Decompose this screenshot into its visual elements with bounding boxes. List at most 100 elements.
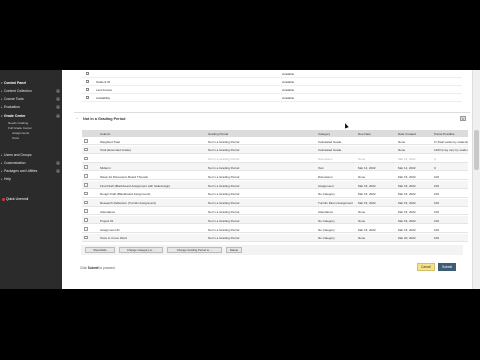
- drag-handle-icon[interactable]: [84, 147, 88, 152]
- sidebar-item-content-collection[interactable]: ▸ Content Collection +: [0, 87, 62, 95]
- drag-handle-icon[interactable]: [84, 165, 88, 169]
- drag-handle-icon[interactable]: [84, 227, 88, 231]
- drag-handle-icon[interactable]: [84, 156, 88, 161]
- table-cell: 100: [434, 201, 440, 206]
- sidebar-subitem-full-grade-center[interactable]: Full Grade Center: [8, 126, 32, 130]
- row-checkbox[interactable]: [86, 80, 89, 83]
- sidebar-item-control-panel[interactable]: ▾ Control Panel: [0, 79, 62, 87]
- header-column[interactable]: Column: [100, 132, 110, 136]
- submit-button[interactable]: Submit: [438, 263, 456, 271]
- table-cell: Midterm: [100, 165, 111, 170]
- column-name: Last Access: [96, 87, 113, 92]
- table-cell: Not in a Grading Period: [208, 227, 240, 232]
- drag-handle-icon[interactable]: [84, 200, 88, 205]
- sidebar-item-grade-center[interactable]: ▾ Grade Center +: [0, 112, 62, 120]
- sidebar-subitem-tests[interactable]: Tests: [12, 136, 19, 140]
- chevron-right-icon: ▸: [1, 97, 3, 101]
- header-due-date[interactable]: Due Date: [358, 132, 371, 136]
- table-cell: Not in a Grading Period: [208, 183, 240, 188]
- table-row[interactable]: Attendance Not in a Grading Period Attenda…: [82, 207, 468, 216]
- drag-handle-icon[interactable]: [84, 139, 88, 143]
- expand-icon[interactable]: +: [56, 89, 60, 93]
- table-cell: None: [358, 218, 366, 223]
- sidebar-item-users-and-groups[interactable]: ▸ Users and Groups: [0, 151, 62, 159]
- expand-icon[interactable]: +: [56, 97, 60, 101]
- header-date-created[interactable]: Date Created: [398, 132, 416, 136]
- table-row[interactable]: Not in a Grading Period Discussion None Mar…: [82, 155, 468, 163]
- header-grading-period[interactable]: Grading Period: [208, 132, 228, 136]
- sidebar-item-help[interactable]: ▸ Help: [0, 175, 62, 183]
- column-status: Available: [282, 79, 295, 84]
- expand-icon[interactable]: +: [56, 169, 60, 173]
- quick-unenroll-link[interactable]: Quick Unenroll: [0, 195, 62, 203]
- table-row[interactable]: Rough Draft (Blackboard Assignment) Not i…: [82, 190, 468, 198]
- change-grading-period-button[interactable]: Change Grading Period to ...: [167, 247, 222, 253]
- sidebar-item-packages-and-utilities[interactable]: ▸ Packages and Utilities +: [0, 167, 62, 175]
- table-row[interactable]: Research Reflection (Turnitin Assignment…: [82, 198, 468, 207]
- table-cell: Mar 14, 2022: [358, 165, 376, 170]
- chevron-down-icon: ▾: [1, 81, 3, 85]
- table-cell: None: [358, 174, 366, 179]
- options-icon[interactable]: ≡: [460, 116, 466, 121]
- course-management-sidebar: ▾ Control Panel ▸ Content Collection + ▸…: [0, 70, 62, 289]
- collapse-icon[interactable]: −: [76, 117, 78, 121]
- cancel-button[interactable]: Cancel: [417, 263, 435, 271]
- delete-button[interactable]: Delete: [226, 247, 242, 253]
- sidebar-item-label: Customization: [4, 161, 26, 165]
- table-cell: Total (Extended Grade): [100, 148, 132, 153]
- scrollbar-thumb[interactable]: [474, 130, 479, 170]
- drag-handle-icon[interactable]: [84, 209, 88, 213]
- expand-icon[interactable]: +: [56, 161, 60, 165]
- table-row[interactable]: Final Draft (Blackboard Assignment with …: [82, 181, 468, 189]
- drag-handle-icon[interactable]: [84, 174, 88, 178]
- submit-hint: Click Submit to proceed.: [80, 266, 115, 270]
- table-row[interactable]: Available: [82, 70, 462, 78]
- table-cell: Mar 15, 2022: [358, 183, 376, 188]
- expand-icon[interactable]: +: [56, 105, 60, 109]
- table-row[interactable]: Assignment #1 Not in a Grading Period No C…: [82, 225, 468, 233]
- row-checkbox[interactable]: [86, 88, 89, 91]
- drag-handle-icon[interactable]: [84, 183, 88, 187]
- table-cell: Mar 14, 2022: [398, 165, 416, 170]
- table-row[interactable]: Last Access Available: [82, 86, 462, 94]
- table-cell: Mar 15, 2022: [358, 201, 376, 206]
- header-points-possible[interactable]: Points Possible: [434, 132, 455, 136]
- table-row[interactable]: Availability Available: [82, 94, 462, 102]
- sidebar-subitem-needs-grading[interactable]: Needs Grading: [8, 121, 28, 125]
- table-row[interactable]: Total (Extended Grade) Not in a Grading P…: [82, 145, 468, 154]
- hint-bold: Submit: [87, 266, 99, 270]
- table-cell: None: [358, 236, 366, 241]
- table-cell: Final Draft (Blackboard Assignment with …: [100, 183, 171, 188]
- sidebar-subitem-assignments[interactable]: Assignments: [12, 131, 29, 135]
- expand-icon[interactable]: +: [56, 114, 60, 118]
- show-hide-button[interactable]: Show/Hide: [85, 247, 115, 253]
- hint-suffix: to proceed.: [99, 266, 116, 270]
- sidebar-item-course-tools[interactable]: ▸ Course Tools +: [0, 95, 62, 103]
- table-row[interactable]: Midterm Not in a Grading Period Test Mar 14…: [82, 163, 468, 172]
- unenroll-icon: [2, 197, 5, 201]
- sidebar-item-label: Evaluation: [4, 105, 20, 109]
- sidebar-item-customization[interactable]: ▸ Customization +: [0, 159, 62, 167]
- table-row[interactable]: Week 4A Discussion Board Threads Not in a…: [82, 172, 468, 181]
- table-cell: 1263 (may vary by student): [434, 148, 468, 153]
- table-cell: Mar 15, 2022: [398, 183, 416, 188]
- table-cell: No Category: [318, 236, 335, 241]
- chevron-right-icon: ▸: [1, 161, 3, 165]
- drag-handle-icon[interactable]: [84, 191, 88, 196]
- table-cell: Not in a Grading Period: [208, 165, 240, 170]
- grade-center-column-organization: Available Student ID Available Last Acce…: [62, 70, 472, 289]
- scrollbar[interactable]: [472, 70, 480, 289]
- header-category[interactable]: Category: [318, 132, 330, 136]
- sidebar-item-evaluation[interactable]: ▸ Evaluation +: [0, 103, 62, 111]
- table-row[interactable]: Student ID Available: [82, 78, 462, 86]
- table-row[interactable]: Project #1 Not in a Grading Period No Cate…: [82, 216, 468, 225]
- row-checkbox[interactable]: [86, 96, 89, 99]
- drag-handle-icon[interactable]: [84, 235, 88, 240]
- column-name: Availability: [96, 95, 111, 100]
- drag-handle-icon[interactable]: [84, 218, 88, 222]
- table-cell: Calculated Grade: [318, 139, 342, 144]
- change-category-button[interactable]: Change Category to ...: [119, 247, 163, 253]
- table-row[interactable]: Tests to Cross Word Not in a Grading Peri…: [82, 233, 468, 242]
- row-checkbox[interactable]: [86, 72, 89, 75]
- table-row[interactable]: Weighted Total Not in a Grading Period Cal…: [82, 137, 468, 145]
